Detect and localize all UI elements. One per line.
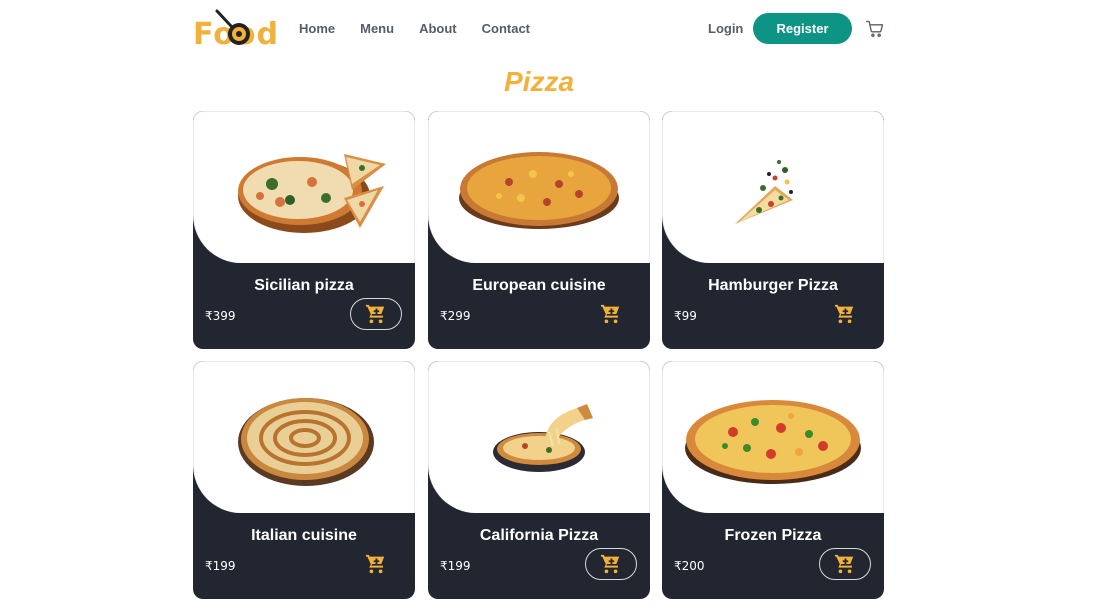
add-to-cart-icon [365,304,385,324]
product-card: Hamburger Pizza ₹99 [662,111,884,349]
product-name: California Pizza [479,527,599,544]
add-to-cart-icon [600,304,620,324]
add-to-cart-icon [834,304,854,324]
product-card: Frozen Pizza ₹200 [662,361,884,599]
product-price: ₹99 [674,309,697,323]
add-to-cart-button[interactable] [819,548,871,580]
add-to-cart-button[interactable] [585,548,637,580]
product-price: ₹199 [440,559,471,573]
login-link[interactable]: Login [708,21,743,36]
product-card: Italian cuisine ₹199 [193,361,415,599]
product-name: Frozen Pizza [724,527,822,544]
product-price: ₹200 [674,559,705,573]
product-image-area [662,111,884,263]
nav-home[interactable]: Home [299,21,335,36]
nav-contact[interactable]: Contact [482,21,530,36]
pizza-cheese-pull-image [493,404,593,472]
site-header: Food Home Menu About Contact Login Regis… [193,8,885,52]
product-image-area [428,361,650,513]
add-to-cart-button[interactable] [350,548,402,580]
product-name: Hamburger Pizza [708,277,838,294]
main-nav: Home Menu About Contact [299,21,530,36]
pizza-image [685,400,861,484]
add-to-cart-icon [600,554,620,574]
nav-menu[interactable]: Menu [360,21,394,36]
add-to-cart-button[interactable] [585,298,637,330]
page-title: Pizza [503,66,575,97]
product-name: European cuisine [472,277,606,294]
add-to-cart-button[interactable] [350,298,402,330]
product-card: California Pizza ₹199 [428,361,650,599]
nav-about[interactable]: About [419,21,457,36]
product-card: European cuisine ₹299 [428,111,650,349]
product-image-area [193,111,415,263]
pizza-slice-image [735,160,793,224]
add-to-cart-icon [834,554,854,574]
product-card: Sicilian pizza ₹399 [193,111,415,349]
product-image-area [428,111,650,263]
brand-logo[interactable]: Food [193,8,278,52]
pizza-image [459,152,619,229]
pizza-slices-image [238,154,386,233]
product-image-area [662,361,884,513]
product-price: ₹299 [440,309,471,323]
pizza-image [238,398,374,486]
product-name: Sicilian pizza [254,277,354,294]
product-price: ₹199 [205,559,236,573]
frying-pan-icon [215,9,250,45]
register-button[interactable]: Register [753,13,852,44]
product-image-area [193,361,415,513]
product-price: ₹399 [205,309,236,323]
add-to-cart-icon [365,554,385,574]
cart-icon[interactable] [865,19,885,39]
add-to-cart-button[interactable] [819,298,871,330]
product-name: Italian cuisine [251,527,357,544]
